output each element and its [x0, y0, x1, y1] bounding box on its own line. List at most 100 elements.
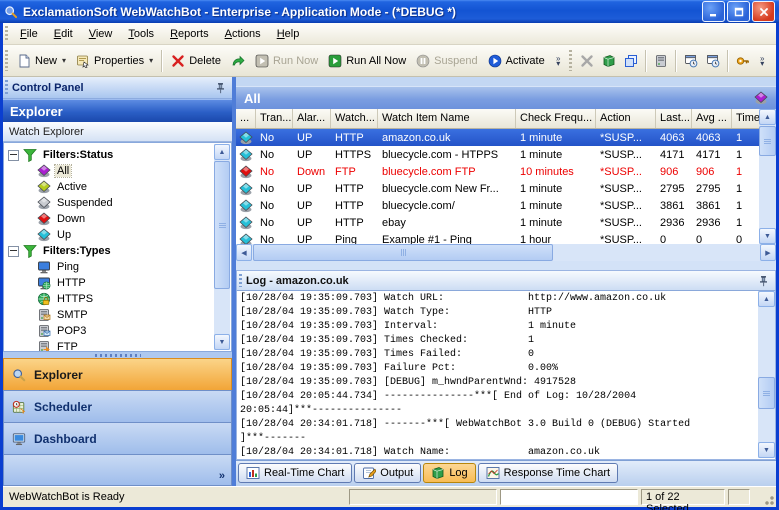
view-log-button[interactable] — [598, 51, 620, 71]
schedule-window-button[interactable] — [680, 51, 702, 71]
table-row[interactable]: No UP HTTP ebay 1 minute *SUSP... 2936 2… — [236, 214, 759, 231]
table-row[interactable]: No Down FTP bluecycle.com FTP 10 minutes… — [236, 163, 759, 180]
delete-button[interactable]: Delete — [166, 51, 226, 71]
tree-item-smtp[interactable]: SMTP — [4, 307, 231, 323]
menu-view[interactable]: View — [81, 25, 121, 43]
log-line: [10/28/04 19:35:09.703] Times Checked: 1 — [237, 334, 758, 348]
table-row[interactable]: No UP Ping Example #1 - Ping 1 hour *SUS… — [236, 231, 759, 244]
tree-scrollbar[interactable]: ▲ ▼ — [214, 144, 230, 350]
window-titlebar[interactable]: ExclamationSoft WebWatchBot - Enterprise… — [0, 0, 779, 23]
run-all-now-button[interactable]: Run All Now — [323, 51, 411, 71]
close-button[interactable] — [752, 1, 775, 22]
tree-item-down[interactable]: Down — [4, 211, 231, 227]
panel-grip[interactable] — [5, 80, 8, 95]
tree-item-https[interactable]: HTTPS — [4, 291, 231, 307]
column-header[interactable]: ... — [236, 109, 256, 128]
tree-item-filters-types[interactable]: Filters:Types — [4, 243, 231, 259]
tree-item-all[interactable]: All — [4, 163, 231, 179]
tree-item-suspended[interactable]: Suspended — [4, 195, 231, 211]
scrollbar-thumb[interactable] — [758, 377, 775, 409]
cell-transaction: No — [256, 132, 293, 144]
scroll-left-icon[interactable]: ◀ — [236, 244, 252, 261]
menu-file[interactable]: File — [12, 25, 46, 43]
https-icon — [37, 292, 51, 306]
column-header[interactable]: Action — [596, 109, 656, 128]
copy-button[interactable] — [620, 51, 642, 71]
key-button[interactable] — [732, 51, 754, 71]
toolbar-overflow-icon[interactable]: »▾ — [756, 48, 769, 74]
suspend-button[interactable]: Suspend — [411, 51, 482, 71]
cell-action: *SUSP... — [596, 132, 656, 144]
tree-item-pop3[interactable]: POP3 — [4, 323, 231, 339]
run-now-button[interactable]: Run Now — [250, 51, 323, 71]
maximize-button[interactable] — [727, 1, 750, 22]
scroll-up-icon[interactable]: ▲ — [759, 109, 776, 125]
tree-item-http[interactable]: HTTP — [4, 275, 231, 291]
new-button[interactable]: New▾ — [12, 51, 71, 71]
scroll-down-icon[interactable]: ▼ — [758, 442, 775, 458]
scroll-right-icon[interactable]: ▶ — [760, 244, 776, 261]
scroll-down-icon[interactable]: ▼ — [214, 334, 230, 350]
nav-scheduler[interactable]: Scheduler — [3, 390, 232, 422]
column-header[interactable]: Last... — [656, 109, 692, 128]
log-vscrollbar[interactable]: ▲ ▼ — [758, 291, 775, 458]
log-output[interactable]: [10/28/04 19:35:09.703] Watch URL: http:… — [236, 291, 776, 460]
scroll-down-icon[interactable]: ▼ — [759, 228, 776, 244]
log-book-icon — [431, 466, 445, 480]
activate-button[interactable]: Activate — [483, 51, 550, 71]
column-header[interactable]: Check Frequ... — [516, 109, 596, 128]
tree-expander-icon[interactable] — [8, 246, 19, 257]
column-header[interactable]: Alar... — [293, 109, 331, 128]
nav-overflow[interactable]: » — [3, 454, 232, 486]
scrollbar-thumb[interactable] — [253, 244, 553, 261]
tree-item-up[interactable]: Up — [4, 227, 231, 243]
properties-button[interactable]: Properties▾ — [71, 51, 158, 71]
table-row[interactable]: No UP HTTP bluecycle.com/ 1 minute *SUSP… — [236, 197, 759, 214]
column-header[interactable]: Watch... — [331, 109, 378, 128]
suspend-window-button[interactable] — [702, 51, 724, 71]
tab-log[interactable]: Log — [423, 463, 475, 483]
tree-item-ftp[interactable]: FTP — [4, 339, 231, 352]
scroll-up-icon[interactable]: ▲ — [214, 144, 230, 160]
toolbar-overflow-icon[interactable]: »▾ — [552, 48, 565, 74]
scroll-up-icon[interactable]: ▲ — [758, 291, 775, 307]
cell-watch-item-name: ebay — [378, 217, 516, 229]
menu-edit[interactable]: Edit — [46, 25, 81, 43]
tree-expander-icon[interactable] — [8, 150, 19, 161]
menu-tools[interactable]: Tools — [120, 25, 162, 43]
go-button[interactable] — [226, 51, 250, 71]
tab-real-time-chart[interactable]: Real-Time Chart — [238, 463, 352, 483]
tab-output[interactable]: Output — [354, 463, 421, 483]
nav-dashboard[interactable]: Dashboard — [3, 422, 232, 454]
scrollbar-thumb[interactable] — [759, 126, 776, 156]
table-row[interactable]: No UP HTTPS bluecycle.com - HTPPS 1 minu… — [236, 146, 759, 163]
panel-grip[interactable] — [239, 274, 242, 287]
column-header[interactable]: Time — [732, 109, 759, 128]
menubar-grip[interactable] — [5, 26, 8, 41]
toolbar-grip[interactable] — [5, 50, 8, 72]
resize-grip[interactable] — [762, 493, 774, 505]
column-header[interactable]: Watch Item Name — [378, 109, 516, 128]
table-row[interactable]: No UP HTTP amazon.co.uk 1 minute *SUSP..… — [236, 129, 759, 146]
column-header[interactable]: Avg ... — [692, 109, 732, 128]
table-hscrollbar[interactable]: ◀ ▶ — [236, 244, 776, 261]
tree-item-active[interactable]: Active — [4, 179, 231, 195]
scrollbar-thumb[interactable] — [214, 161, 230, 289]
pin-icon[interactable] — [215, 82, 227, 94]
menu-reports[interactable]: Reports — [162, 25, 217, 43]
nav-explorer[interactable]: Explorer — [3, 358, 232, 390]
pin-icon[interactable] — [758, 275, 770, 287]
log-line: ]***------- — [237, 432, 758, 446]
table-vscrollbar[interactable]: ▲ ▼ — [759, 109, 776, 244]
tree-item-ping[interactable]: Ping — [4, 259, 231, 275]
toolbar2-grip[interactable] — [569, 50, 572, 72]
tree-item-filters-status[interactable]: Filters:Status — [4, 147, 231, 163]
table-row[interactable]: No UP HTTP bluecycle.com New Fr... 1 min… — [236, 180, 759, 197]
clear-button[interactable] — [576, 51, 598, 71]
minimize-button[interactable] — [702, 1, 725, 22]
server-button[interactable] — [650, 51, 672, 71]
column-header[interactable]: Tran... — [256, 109, 293, 128]
menu-help[interactable]: Help — [269, 25, 308, 43]
tab-response-time-chart[interactable]: Response Time Chart — [478, 463, 618, 483]
menu-actions[interactable]: Actions — [217, 25, 269, 43]
